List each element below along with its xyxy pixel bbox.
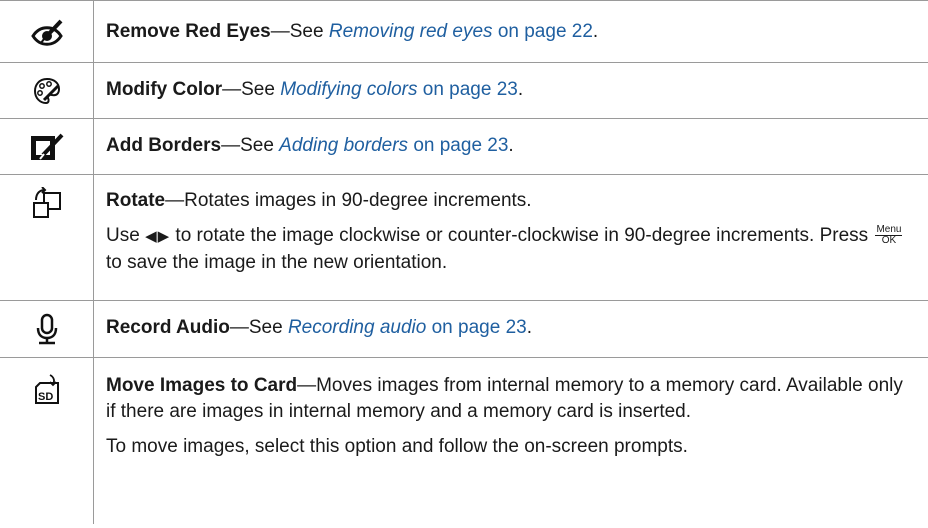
option-description: Rotate—Rotates images in 90-degree incre… xyxy=(106,188,908,214)
cross-reference-link[interactable]: Modifying colors on page 23 xyxy=(280,79,518,100)
link-title[interactable]: Adding borders xyxy=(279,135,408,156)
move-to-sd-icon: SD xyxy=(34,374,59,404)
text-cell: Remove Red Eyes—See Removing red eyes on… xyxy=(94,1,928,62)
icon-cell xyxy=(0,63,94,118)
table-row: Record Audio—See Recording audio on page… xyxy=(0,301,928,358)
link-page[interactable]: on page 23 xyxy=(417,79,518,100)
text-cell: Add Borders—See Adding borders on page 2… xyxy=(94,119,928,174)
option-description: Move Images to Card—Moves images from in… xyxy=(106,373,908,425)
period: . xyxy=(526,317,532,338)
left-right-arrows-icon: ◀▶ xyxy=(145,228,171,245)
table-row: Remove Red Eyes—See Removing red eyes on… xyxy=(0,0,928,63)
icon-cell xyxy=(0,175,94,300)
link-page[interactable]: on page 22 xyxy=(493,21,593,42)
instruction-text: Use ◀▶ to rotate the image clockwise or … xyxy=(106,223,908,276)
link-page[interactable]: on page 23 xyxy=(426,317,527,338)
ok-label: OK xyxy=(881,235,897,247)
option-description: Modify Color—See Modifying colors on pag… xyxy=(106,77,908,103)
red-eye-pen-icon xyxy=(30,19,63,46)
text-cell: Record Audio—See Recording audio on page… xyxy=(94,301,928,357)
icon-cell: SD xyxy=(0,358,94,524)
option-title: Modify Color xyxy=(106,79,223,100)
option-title: Remove Red Eyes xyxy=(106,21,271,42)
svg-text:SD: SD xyxy=(38,391,53,403)
icon-cell xyxy=(0,301,94,357)
cross-reference-link[interactable]: Adding borders on page 23 xyxy=(279,135,508,156)
link-title[interactable]: Recording audio xyxy=(288,317,426,338)
link-title[interactable]: Removing red eyes xyxy=(329,21,493,42)
period: . xyxy=(508,135,514,156)
option-title: Add Borders xyxy=(106,135,222,156)
rotate-icon xyxy=(32,187,61,218)
icon-cell xyxy=(0,1,94,62)
option-description: Add Borders—See Adding borders on page 2… xyxy=(106,133,908,159)
cross-reference-link[interactable]: Recording audio on page 23 xyxy=(288,317,527,338)
dash-text: —See xyxy=(222,79,281,100)
dash-text: —See xyxy=(229,317,288,338)
option-description: Remove Red Eyes—See Removing red eyes on… xyxy=(106,19,908,45)
icon-cell xyxy=(0,119,94,174)
instruction-part: to rotate the image clockwise or counter… xyxy=(170,225,874,246)
option-title: Move Images to Card xyxy=(106,375,298,396)
link-title[interactable]: Modifying colors xyxy=(280,79,417,100)
dash-text: —See xyxy=(270,21,329,42)
border-brush-icon xyxy=(30,133,63,160)
text-cell: Modify Color—See Modifying colors on pag… xyxy=(94,63,928,118)
dash-text: —See xyxy=(221,135,280,156)
period: . xyxy=(517,79,524,100)
text-cell: Move Images to Card—Moves images from in… xyxy=(94,358,928,524)
menu-options-table: Remove Red Eyes—See Removing red eyes on… xyxy=(0,0,928,524)
link-page[interactable]: on page 23 xyxy=(408,135,508,156)
table-row: Add Borders—See Adding borders on page 2… xyxy=(0,119,928,175)
option-title: Record Audio xyxy=(106,317,230,338)
option-title: Rotate xyxy=(106,190,166,211)
option-description: Record Audio—See Recording audio on page… xyxy=(106,315,908,341)
text-cell: Rotate—Rotates images in 90-degree incre… xyxy=(94,175,928,300)
instruction-text: To move images, select this option and f… xyxy=(106,436,688,457)
instruction-part: to save the image in the new orientation… xyxy=(106,252,448,273)
table-row: SD Move Images to Card—Moves images from… xyxy=(0,358,928,524)
table-row: Modify Color—See Modifying colors on pag… xyxy=(0,63,928,119)
cross-reference-link[interactable]: Removing red eyes on page 22 xyxy=(329,21,593,42)
description-text: —Rotates images in 90-degree increments. xyxy=(165,190,532,211)
palette-icon xyxy=(33,77,60,105)
microphone-icon xyxy=(36,313,57,345)
table-row: Rotate—Rotates images in 90-degree incre… xyxy=(0,175,928,301)
instruction-part: Use xyxy=(106,225,146,246)
period: . xyxy=(592,21,599,42)
menu-ok-button-icon: Menu OK xyxy=(875,225,903,247)
